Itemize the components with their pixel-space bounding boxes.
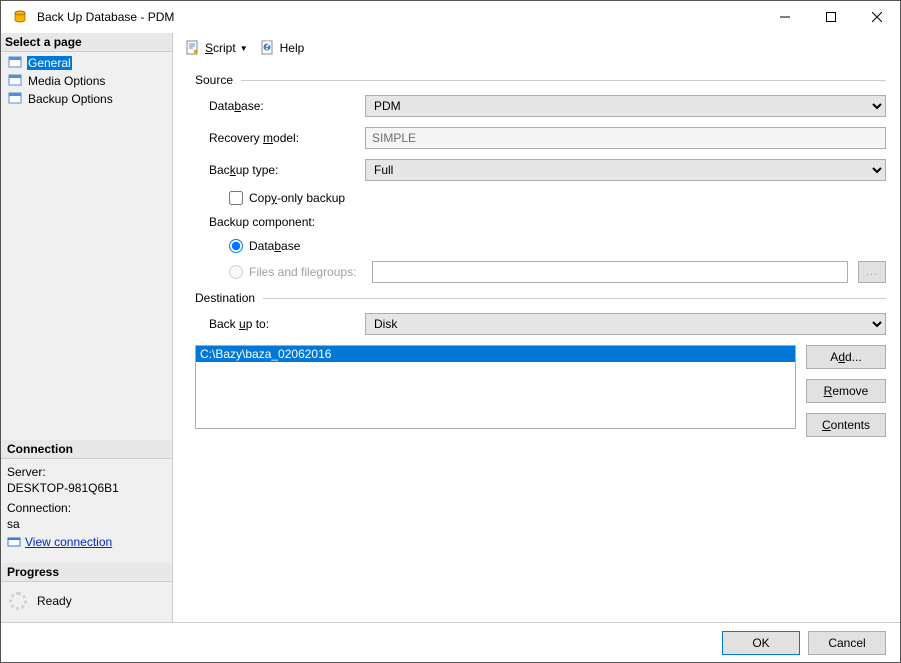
page-label: Media Options — [27, 74, 106, 88]
page-item-media-options[interactable]: Media Options — [1, 72, 172, 90]
backup-to-label: Back up to: — [195, 317, 365, 331]
page-icon — [7, 91, 23, 107]
destination-group-title: Destination — [195, 291, 263, 305]
sidebar: Select a page General Media Options Back… — [1, 33, 173, 622]
backup-type-select[interactable]: Full — [365, 159, 886, 181]
connection-header: Connection — [1, 440, 172, 459]
connection-panel: Connection Server: DESKTOP-981Q6B1 Conne… — [1, 432, 172, 553]
copy-only-checkbox[interactable] — [229, 191, 243, 205]
page-item-backup-options[interactable]: Backup Options — [1, 90, 172, 108]
page-label: General — [27, 56, 72, 70]
window-title: Back Up Database - PDM — [33, 10, 762, 24]
maximize-button[interactable] — [808, 1, 854, 33]
minimize-button[interactable] — [762, 1, 808, 33]
remove-button[interactable]: Remove — [806, 379, 886, 403]
cancel-button[interactable]: Cancel — [808, 631, 886, 655]
close-button[interactable] — [854, 1, 900, 33]
title-bar: Back Up Database - PDM — [1, 1, 900, 33]
footer: OK Cancel — [1, 622, 900, 662]
destination-list[interactable]: C:\Bazy\baza_02062016 — [195, 345, 796, 429]
backup-type-label: Backup type: — [195, 163, 365, 177]
database-label: Database: — [195, 99, 365, 113]
server-label: Server: — [7, 465, 166, 479]
progress-panel: Progress Ready — [1, 553, 172, 622]
script-button[interactable]: Script ▼ — [181, 38, 252, 58]
script-icon — [185, 40, 201, 56]
filegroups-field — [372, 261, 848, 283]
page-label: Backup Options — [27, 92, 114, 106]
source-group-title: Source — [195, 73, 241, 87]
connection-link-icon — [7, 535, 21, 549]
svg-text:?: ? — [263, 40, 270, 53]
progress-header: Progress — [1, 563, 172, 582]
filegroups-browse-button[interactable]: ... — [858, 261, 886, 283]
page-item-general[interactable]: General — [1, 54, 172, 72]
page-icon — [7, 73, 23, 89]
ok-button[interactable]: OK — [722, 631, 800, 655]
database-radio-label: Database — [249, 239, 300, 253]
script-label: Script — [205, 41, 236, 55]
page-list: General Media Options Backup Options — [1, 52, 172, 116]
destination-item[interactable]: C:\Bazy\baza_02062016 — [196, 346, 795, 362]
connection-value: sa — [7, 517, 166, 531]
connection-label: Connection: — [7, 501, 166, 515]
progress-ring-icon — [9, 592, 27, 610]
page-icon — [7, 55, 23, 71]
toolbar: Script ▼ ? Help — [173, 33, 900, 63]
backup-to-select[interactable]: Disk — [365, 313, 886, 335]
add-button[interactable]: Add... — [806, 345, 886, 369]
contents-button[interactable]: Contents — [806, 413, 886, 437]
database-radio[interactable] — [229, 239, 243, 253]
chevron-down-icon: ▼ — [240, 44, 248, 53]
content-pane: Script ▼ ? Help Source Database: — [173, 33, 900, 622]
select-page-header: Select a page — [1, 33, 172, 52]
help-label: Help — [280, 41, 305, 55]
source-group: Source Database: PDM Recovery model: Bac… — [195, 73, 886, 283]
backup-component-label: Backup component: — [195, 215, 365, 229]
help-icon: ? — [260, 40, 276, 56]
database-icon — [7, 9, 33, 25]
progress-status: Ready — [37, 594, 72, 608]
server-value: DESKTOP-981Q6B1 — [7, 481, 166, 495]
view-connection-link[interactable]: View connection — [25, 535, 112, 549]
files-filegroups-label: Files and filegroups: — [249, 265, 356, 279]
database-select[interactable]: PDM — [365, 95, 886, 117]
files-filegroups-radio — [229, 265, 243, 279]
destination-group: Destination Back up to: Disk C:\Bazy\baz… — [195, 291, 886, 437]
recovery-model-label: Recovery model: — [195, 131, 365, 145]
recovery-model-field — [365, 127, 886, 149]
copy-only-label: Copy-only backup — [249, 191, 345, 205]
help-button[interactable]: ? Help — [256, 38, 309, 58]
